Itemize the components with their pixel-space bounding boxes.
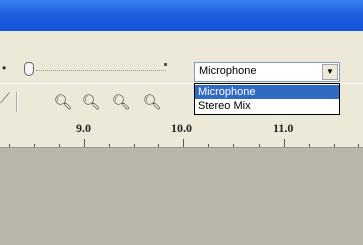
- ruler-label: 11.0: [273, 121, 294, 135]
- ruler-minor-tick: [334, 144, 335, 147]
- ruler-minor-tick: [34, 144, 35, 147]
- timeline-ruler[interactable]: 9.0 10.0 11.0: [0, 117, 363, 148]
- partial-tool-icon[interactable]: ⟋: [0, 90, 10, 107]
- ruler-major-tick: [284, 139, 285, 147]
- ruler-label: 9.0: [76, 121, 91, 135]
- dropdown-option-microphone[interactable]: Microphone: [195, 85, 339, 99]
- audio-source-dropdown-list[interactable]: Microphone Stereo Mix: [194, 83, 340, 115]
- ruler-minor-tick: [158, 144, 159, 147]
- ruler-minor-tick: [59, 144, 60, 147]
- input-volume-slider-track[interactable]: [36, 70, 166, 71]
- zoom-in-icon[interactable]: 🔍︎: [52, 92, 74, 114]
- ruler-minor-tick: [109, 144, 110, 147]
- ruler-minor-tick: [208, 144, 209, 147]
- ruler-minor-tick: [134, 144, 135, 147]
- ruler-minor-tick: [309, 144, 310, 147]
- ruler-major-tick: [84, 139, 85, 147]
- window-title-bar: [0, 0, 363, 31]
- ruler-label: 10.0: [171, 121, 192, 135]
- slider-end-marker: [164, 63, 167, 66]
- zoom-out-icon[interactable]: 🔍︎: [80, 92, 102, 114]
- ruler-minor-tick: [259, 144, 260, 147]
- ruler-minor-tick: [9, 144, 10, 147]
- microphone-icon: •: [2, 61, 7, 75]
- chevron-down-icon[interactable]: ▼: [322, 64, 338, 80]
- ruler-minor-tick: [358, 144, 359, 147]
- ruler-minor-tick: [233, 144, 234, 147]
- fit-selection-icon[interactable]: 🔍︎: [110, 92, 132, 114]
- input-volume-slider-knob[interactable]: [24, 62, 34, 76]
- fit-project-icon[interactable]: 🔍︎: [141, 92, 163, 114]
- audio-source-select[interactable]: Microphone ▼: [194, 62, 340, 82]
- dropdown-option-stereo-mix[interactable]: Stereo Mix: [195, 99, 339, 113]
- audio-source-selected-value: Microphone: [199, 65, 257, 77]
- empty-track-area[interactable]: [0, 148, 363, 245]
- toolbar-separator: [16, 92, 18, 112]
- ruler-major-tick: [183, 139, 184, 147]
